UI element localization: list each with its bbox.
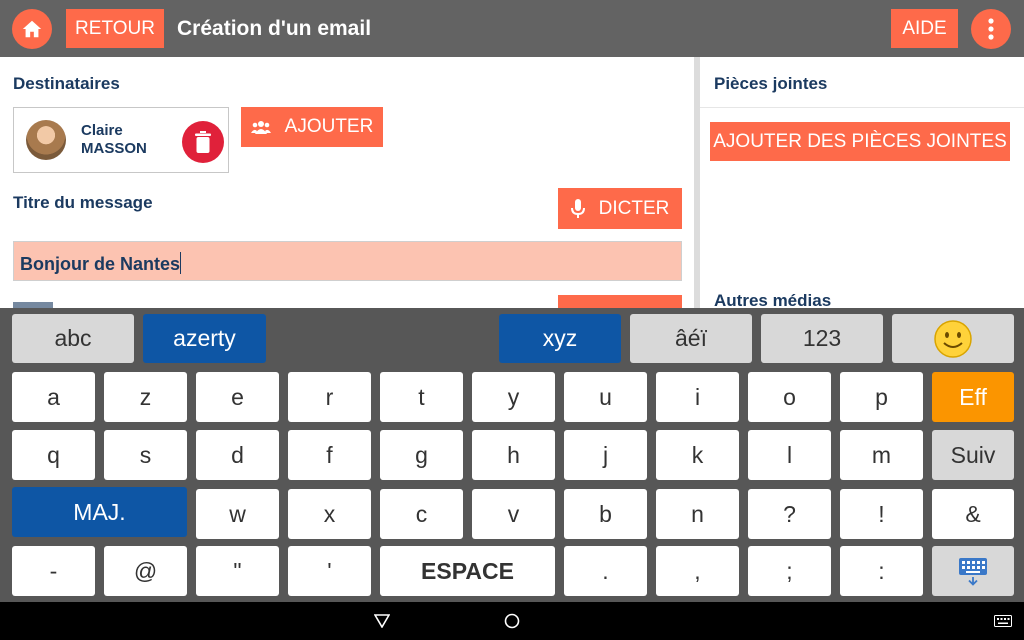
key-a[interactable]: a <box>12 372 95 422</box>
key-mode-abc[interactable]: abc <box>12 314 134 363</box>
more-vert-icon <box>988 18 994 40</box>
help-button[interactable]: AIDE <box>891 9 958 48</box>
nav-back-button[interactable] <box>362 602 402 640</box>
dictate-message-button[interactable] <box>558 295 682 308</box>
key-comma[interactable]: , <box>656 546 739 596</box>
key-mode-xyz[interactable]: xyz <box>499 314 621 363</box>
more-menu-button[interactable] <box>971 9 1011 49</box>
nav-keyboard-button[interactable] <box>988 602 1018 640</box>
key-u[interactable]: u <box>564 372 647 422</box>
key-ampersand[interactable]: & <box>932 489 1014 539</box>
avatar <box>26 120 66 160</box>
group-icon <box>250 120 271 134</box>
key-mode-accents[interactable]: âéï <box>630 314 752 363</box>
add-recipient-button[interactable]: AJOUTER <box>241 107 383 147</box>
key-z[interactable]: z <box>104 372 187 422</box>
key-c[interactable]: c <box>380 489 463 539</box>
email-form: Destinataires Claire MASSON AJOUTER Titr… <box>0 57 694 308</box>
key-o[interactable]: o <box>748 372 831 422</box>
text-caret <box>180 252 182 274</box>
divider <box>700 107 1024 108</box>
key-l[interactable]: l <box>748 430 831 480</box>
key-hide-keyboard[interactable] <box>932 546 1014 596</box>
home-circle-icon <box>504 613 520 629</box>
subject-input-value: Bonjour de Nantes <box>20 254 181 274</box>
key-i[interactable]: i <box>656 372 739 422</box>
add-attachments-button[interactable]: AJOUTER DES PIÈCES JOINTES <box>710 122 1010 161</box>
attachments-panel: Pièces jointes AJOUTER DES PIÈCES JOINTE… <box>700 57 1024 308</box>
nav-home-button[interactable] <box>492 602 532 640</box>
back-button[interactable]: RETOUR <box>66 9 164 48</box>
key-shift[interactable]: MAJ. <box>12 487 187 537</box>
recipient-card[interactable]: Claire MASSON <box>13 107 229 173</box>
recipient-last-name: MASSON <box>81 140 147 157</box>
dictate-label: DICTER <box>598 197 670 219</box>
key-double-quote[interactable]: " <box>196 546 279 596</box>
key-hyphen[interactable]: - <box>12 546 95 596</box>
home-icon <box>22 20 42 38</box>
virtual-keyboard: abc azerty xyz âéï 123 a z e r t y u i o… <box>0 308 1024 602</box>
top-bar: RETOUR Création d'un email AIDE <box>0 0 1024 57</box>
key-q[interactable]: q <box>12 430 95 480</box>
attachments-label: Pièces jointes <box>714 74 828 93</box>
key-t[interactable]: t <box>380 372 463 422</box>
key-m[interactable]: m <box>840 430 923 480</box>
key-v[interactable]: v <box>472 489 555 539</box>
key-delete[interactable]: Eff <box>932 372 1014 422</box>
key-b[interactable]: b <box>564 489 647 539</box>
key-mode-azerty[interactable]: azerty <box>143 314 266 363</box>
recipient-first-name: Claire <box>81 122 123 139</box>
key-f[interactable]: f <box>288 430 371 480</box>
key-apostrophe[interactable]: ' <box>288 546 371 596</box>
key-d[interactable]: d <box>196 430 279 480</box>
key-n[interactable]: n <box>656 489 739 539</box>
subject-input[interactable]: Bonjour de Nantes <box>13 241 682 281</box>
key-mode-numbers[interactable]: 123 <box>761 314 883 363</box>
keyboard-hide-icon <box>959 558 987 586</box>
key-colon[interactable]: : <box>840 546 923 596</box>
key-r[interactable]: r <box>288 372 371 422</box>
key-period[interactable]: . <box>564 546 647 596</box>
key-next[interactable]: Suiv <box>932 430 1014 480</box>
key-h[interactable]: h <box>472 430 555 480</box>
keyboard-icon <box>994 615 1012 627</box>
key-p[interactable]: p <box>840 372 923 422</box>
key-emoji[interactable] <box>892 314 1014 363</box>
other-media-label: Autres médias <box>714 291 832 308</box>
recipients-label: Destinataires <box>13 74 120 93</box>
key-g[interactable]: g <box>380 430 463 480</box>
key-j[interactable]: j <box>564 430 647 480</box>
trash-icon <box>195 131 211 153</box>
system-navigation-bar <box>0 602 1024 640</box>
key-space[interactable]: ESPACE <box>380 546 555 596</box>
smiley-icon <box>934 319 972 358</box>
key-k[interactable]: k <box>656 430 739 480</box>
home-button[interactable] <box>12 9 52 49</box>
subject-label: Titre du message <box>13 193 153 212</box>
key-at[interactable]: @ <box>104 546 187 596</box>
key-exclamation-mark[interactable]: ! <box>840 489 923 539</box>
key-e[interactable]: e <box>196 372 279 422</box>
remove-recipient-button[interactable] <box>182 121 224 163</box>
page-title: Création d'un email <box>177 17 372 40</box>
dictate-button[interactable]: DICTER <box>558 188 682 229</box>
back-triangle-icon <box>374 614 390 628</box>
key-x[interactable]: x <box>288 489 371 539</box>
key-s[interactable]: s <box>104 430 187 480</box>
add-recipient-label: AJOUTER <box>284 116 374 137</box>
key-y[interactable]: y <box>472 372 555 422</box>
key-question-mark[interactable]: ? <box>748 489 831 539</box>
microphone-icon <box>570 198 585 219</box>
key-w[interactable]: w <box>196 489 279 539</box>
key-semicolon[interactable]: ; <box>748 546 831 596</box>
